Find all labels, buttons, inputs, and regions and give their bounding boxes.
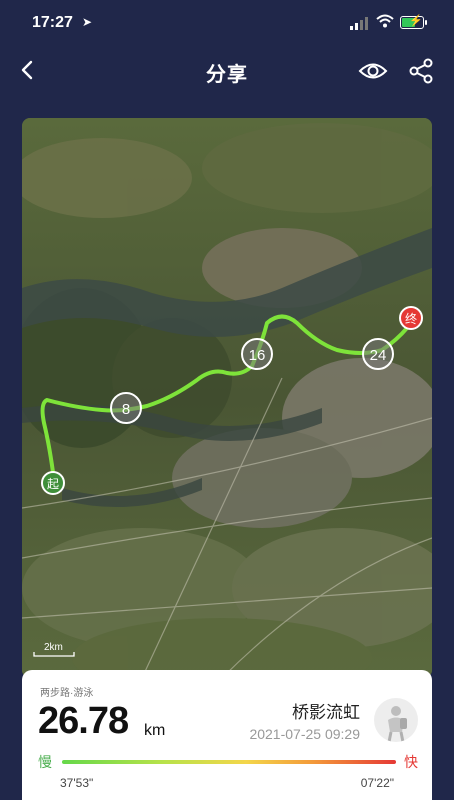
user-name: 桥影流虹 (292, 703, 360, 722)
distance-value: 26.78 (38, 700, 129, 742)
nav-bar: 分享 (0, 46, 454, 96)
activity-category: 两步路·游泳 (40, 688, 94, 699)
pace-fast-value: 07'22" (360, 776, 394, 790)
start-marker-label: 起 (47, 477, 59, 491)
km-marker[interactable]: 24 (362, 338, 394, 370)
pace-fast-label: 快 (404, 754, 418, 770)
route-map[interactable]: 8 16 24 起 终 2km (22, 118, 432, 678)
activity-datetime: 2021-07-25 09:29 (249, 726, 360, 742)
end-marker[interactable]: 终 (399, 306, 423, 330)
status-time: 17:27 (32, 14, 73, 31)
battery-icon: ⚡ (400, 15, 427, 29)
pace-gradient-bar (62, 760, 396, 764)
start-marker[interactable]: 起 (41, 471, 65, 495)
scale-label: 2km (44, 642, 63, 653)
pace-slow-value: 37'53" (60, 776, 94, 790)
hiker-avatar-icon (387, 706, 407, 742)
status-bar: 17:27 ➤ ⚡ (0, 0, 454, 46)
share-icon[interactable] (408, 58, 434, 84)
pace-slow-label: 慢 (38, 754, 52, 770)
km-marker-label: 8 (122, 401, 130, 418)
end-marker-label: 终 (405, 311, 417, 326)
avatar (374, 698, 418, 742)
location-arrow-icon: ➤ (82, 15, 93, 29)
distance-unit: km (144, 722, 166, 739)
km-marker-label: 24 (370, 347, 387, 364)
satellite-map[interactable]: 8 16 24 起 终 2km (22, 118, 432, 678)
signal-icon (350, 17, 368, 30)
eye-icon[interactable] (358, 58, 388, 84)
activity-summary-card: 两步路·游泳 26.78 km 桥影流虹 2021-07-25 09:29 慢 … (22, 670, 432, 800)
km-marker[interactable]: 16 (241, 338, 273, 370)
km-marker[interactable]: 8 (110, 392, 142, 424)
km-marker-label: 16 (249, 347, 266, 364)
wifi-icon (376, 14, 394, 28)
charging-icon: ⚡ (409, 15, 423, 27)
